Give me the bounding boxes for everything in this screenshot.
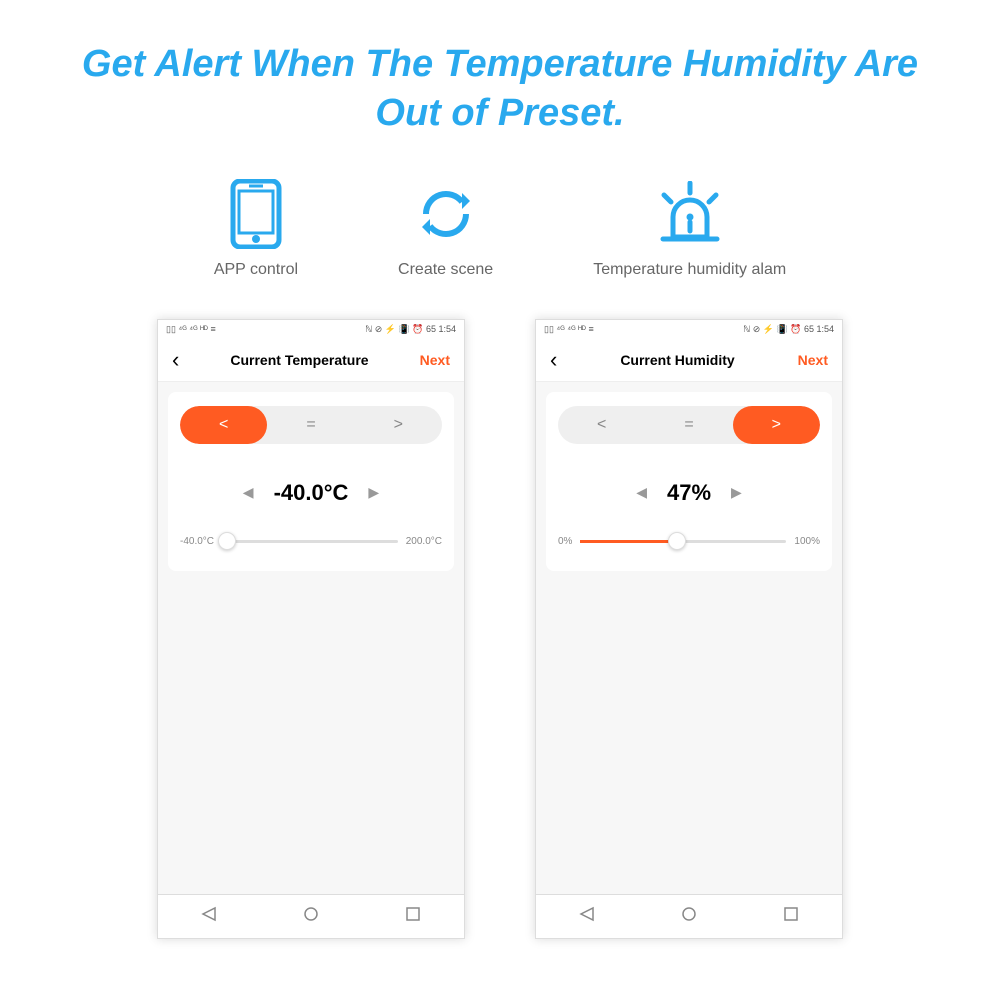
decrement-button[interactable]: ◀ xyxy=(243,484,254,501)
settings-card: < = > ◀ 47% ▶ 0% 100% xyxy=(546,392,832,571)
app-header: ‹ Current Temperature Next xyxy=(158,340,464,382)
slider-fill xyxy=(580,540,677,543)
next-button[interactable]: Next xyxy=(420,352,450,368)
nav-recent-icon[interactable] xyxy=(783,906,799,927)
slider-max-label: 200.0°C xyxy=(406,536,442,547)
seg-less-than[interactable]: < xyxy=(180,406,267,444)
feature-label: Temperature humidity alam xyxy=(593,261,786,279)
slider-thumb[interactable] xyxy=(668,532,686,550)
page-title: Current Temperature xyxy=(230,352,368,368)
seg-less-than[interactable]: < xyxy=(558,406,645,444)
nav-back-icon[interactable] xyxy=(201,906,217,927)
seg-equal[interactable]: = xyxy=(267,406,354,444)
alarm-icon xyxy=(655,179,725,249)
comparison-segmented: < = > xyxy=(180,406,442,444)
android-nav-bar xyxy=(536,894,842,938)
feature-label: APP control xyxy=(214,261,298,279)
increment-button[interactable]: ▶ xyxy=(368,484,379,501)
phones-row: ▯▯ ⁴ᴳ ⁴ᴳ ᴴᴰ ≡ ℕ ⊘ ⚡ 📳 ⏰ 65 1:54 ‹ Curren… xyxy=(0,309,1000,939)
slider-track[interactable] xyxy=(222,540,398,543)
status-bar: ▯▯ ⁴ᴳ ⁴ᴳ ᴴᴰ ≡ ℕ ⊘ ⚡ 📳 ⏰ 65 1:54 xyxy=(158,320,464,340)
seg-greater-than[interactable]: > xyxy=(355,406,442,444)
android-nav-bar xyxy=(158,894,464,938)
phone-temperature: ▯▯ ⁴ᴳ ⁴ᴳ ᴴᴰ ≡ ℕ ⊘ ⚡ 📳 ⏰ 65 1:54 ‹ Curren… xyxy=(157,319,465,939)
value-row: ◀ 47% ▶ xyxy=(558,480,820,506)
app-header: ‹ Current Humidity Next xyxy=(536,340,842,382)
status-bar: ▯▯ ⁴ᴳ ⁴ᴳ ᴴᴰ ≡ ℕ ⊘ ⚡ 📳 ⏰ 65 1:54 xyxy=(536,320,842,340)
status-right: ℕ ⊘ ⚡ 📳 ⏰ 65 1:54 xyxy=(743,324,834,335)
decrement-button[interactable]: ◀ xyxy=(636,484,647,501)
feature-label: Create scene xyxy=(398,261,493,279)
seg-greater-than[interactable]: > xyxy=(733,406,820,444)
feature-create-scene: Create scene xyxy=(398,179,493,279)
slider-min-label: -40.0°C xyxy=(180,536,214,547)
nav-recent-icon[interactable] xyxy=(405,906,421,927)
next-button[interactable]: Next xyxy=(798,352,828,368)
settings-card: < = > ◀ -40.0°C ▶ -40.0°C 200.0°C xyxy=(168,392,454,571)
slider-max-label: 100% xyxy=(794,536,820,547)
content-area: < = > ◀ -40.0°C ▶ -40.0°C 200.0°C xyxy=(158,382,464,894)
status-left: ▯▯ ⁴ᴳ ⁴ᴳ ᴴᴰ ≡ xyxy=(544,324,594,335)
slider-track[interactable] xyxy=(580,540,786,543)
nav-home-icon[interactable] xyxy=(681,906,697,927)
page-title: Current Humidity xyxy=(620,352,734,368)
comparison-segmented: < = > xyxy=(558,406,820,444)
sync-icon xyxy=(411,179,481,249)
value-row: ◀ -40.0°C ▶ xyxy=(180,480,442,506)
feature-app-control: APP control xyxy=(214,179,298,279)
seg-equal[interactable]: = xyxy=(645,406,732,444)
phone-humidity: ▯▯ ⁴ᴳ ⁴ᴳ ᴴᴰ ≡ ℕ ⊘ ⚡ 📳 ⏰ 65 1:54 ‹ Curren… xyxy=(535,319,843,939)
nav-back-icon[interactable] xyxy=(579,906,595,927)
nav-home-icon[interactable] xyxy=(303,906,319,927)
headline: Get Alert When The Temperature Humidity … xyxy=(0,0,1000,169)
slider-thumb[interactable] xyxy=(218,532,236,550)
value-display: -40.0°C xyxy=(274,480,349,506)
phone-icon xyxy=(221,179,291,249)
slider-row: -40.0°C 200.0°C xyxy=(180,536,442,547)
content-area: < = > ◀ 47% ▶ 0% 100% xyxy=(536,382,842,894)
slider-min-label: 0% xyxy=(558,536,572,547)
slider-row: 0% 100% xyxy=(558,536,820,547)
back-button[interactable]: ‹ xyxy=(550,347,557,373)
back-button[interactable]: ‹ xyxy=(172,347,179,373)
features-row: APP control Create scene Temperat xyxy=(0,169,1000,309)
increment-button[interactable]: ▶ xyxy=(731,484,742,501)
value-display: 47% xyxy=(667,480,711,506)
status-left: ▯▯ ⁴ᴳ ⁴ᴳ ᴴᴰ ≡ xyxy=(166,324,216,335)
feature-alarm: Temperature humidity alam xyxy=(593,179,786,279)
status-right: ℕ ⊘ ⚡ 📳 ⏰ 65 1:54 xyxy=(365,324,456,335)
